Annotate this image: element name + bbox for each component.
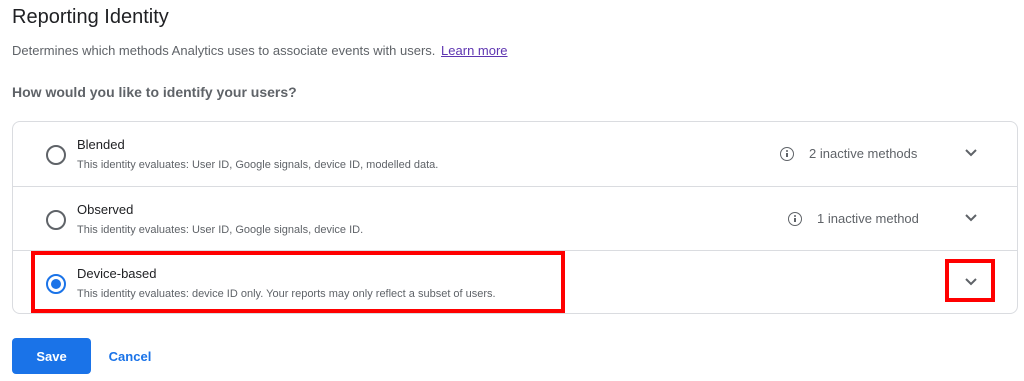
- save-button[interactable]: Save: [12, 338, 91, 374]
- radio-observed[interactable]: [46, 210, 66, 230]
- highlight-box-device-based: [31, 251, 565, 313]
- option-description: This identity evaluates: User ID, Google…: [77, 224, 364, 236]
- learn-more-link[interactable]: Learn more: [441, 43, 507, 58]
- highlight-box-chevron: [945, 259, 995, 302]
- radio-blended[interactable]: [46, 145, 66, 165]
- info-icon: [780, 146, 794, 161]
- page-subtitle: Determines which methods Analytics uses …: [12, 43, 508, 58]
- question-heading: How would you like to identify your user…: [12, 84, 297, 100]
- option-description: This identity evaluates: User ID, Google…: [77, 159, 439, 171]
- inactive-methods-text: 2 inactive methods: [809, 146, 918, 161]
- option-label: Observed: [77, 202, 134, 217]
- page-title: Reporting Identity: [12, 6, 169, 28]
- inactive-methods-text: 1 inactive method: [817, 211, 919, 226]
- subtitle-text: Determines which methods Analytics uses …: [12, 43, 436, 58]
- cancel-button[interactable]: Cancel: [100, 338, 160, 374]
- option-blended[interactable]: Blended This identity evaluates: User ID…: [13, 122, 1017, 186]
- option-observed[interactable]: Observed This identity evaluates: User I…: [13, 186, 1017, 250]
- info-icon: [788, 211, 802, 226]
- option-label: Blended: [77, 137, 125, 152]
- chevron-down-icon[interactable]: [963, 144, 979, 160]
- inactive-methods-indicator: 1 inactive method: [788, 211, 919, 226]
- chevron-down-icon[interactable]: [963, 209, 979, 225]
- reporting-identity-page: Reporting Identity Determines which meth…: [0, 0, 1024, 381]
- inactive-methods-indicator: 2 inactive methods: [780, 146, 917, 161]
